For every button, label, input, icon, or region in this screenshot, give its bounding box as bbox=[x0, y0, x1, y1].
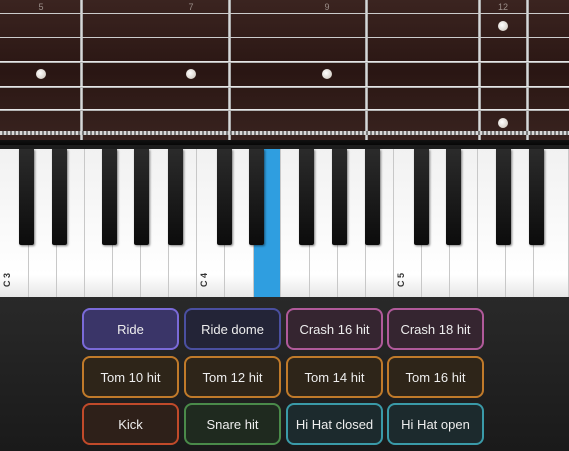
drum-pad-hihat-open[interactable]: Hi Hat open bbox=[387, 403, 484, 445]
piano-black-key[interactable] bbox=[217, 149, 232, 245]
pad-label: Crash 18 hit bbox=[400, 321, 471, 337]
fret-marker-inlay bbox=[36, 69, 46, 79]
piano-keyboard[interactable]: C 3 C 4 C 5 bbox=[0, 149, 569, 297]
fretboard-edge bbox=[0, 140, 569, 145]
drum-pad-tom-14[interactable]: Tom 14 hit bbox=[286, 356, 383, 398]
piano-black-key[interactable] bbox=[414, 149, 429, 245]
pad-label: Crash 16 hit bbox=[299, 321, 370, 337]
octave-label-c3: C 3 bbox=[2, 272, 12, 287]
pad-label: Tom 12 hit bbox=[202, 369, 263, 385]
fret-number-9: 9 bbox=[324, 2, 330, 12]
fret bbox=[365, 0, 368, 145]
piano-black-key[interactable] bbox=[299, 149, 314, 245]
pad-label: Tom 14 hit bbox=[304, 369, 365, 385]
pad-label: Ride dome bbox=[201, 321, 264, 337]
drum-pad-ride-dome[interactable]: Ride dome bbox=[184, 308, 281, 350]
drum-pad-crash-16[interactable]: Crash 16 hit bbox=[286, 308, 383, 350]
pad-label: Tom 16 hit bbox=[405, 369, 466, 385]
octave-label-c5: C 5 bbox=[396, 272, 406, 287]
piano-black-key[interactable] bbox=[102, 149, 117, 245]
octave-label-c4: C 4 bbox=[199, 272, 209, 287]
guitar-string-6[interactable] bbox=[0, 131, 569, 135]
guitar-string-3[interactable] bbox=[0, 61, 569, 63]
fret-marker-inlay bbox=[186, 69, 196, 79]
drum-pad-hihat-closed[interactable]: Hi Hat closed bbox=[286, 403, 383, 445]
guitar-string-5[interactable] bbox=[0, 109, 569, 111]
fret-number-5: 5 bbox=[38, 2, 44, 12]
piano-black-key[interactable] bbox=[134, 149, 149, 245]
fret-marker-inlay bbox=[322, 69, 332, 79]
piano-black-key[interactable] bbox=[19, 149, 34, 245]
fret-number-12: 12 bbox=[497, 2, 509, 12]
fret-marker-inlay bbox=[498, 21, 508, 31]
pad-label: Snare hit bbox=[206, 416, 259, 432]
fret bbox=[228, 0, 231, 145]
pad-label: Tom 10 hit bbox=[100, 369, 161, 385]
piano-black-key[interactable] bbox=[332, 149, 347, 245]
piano-black-key[interactable] bbox=[52, 149, 67, 245]
fret bbox=[526, 0, 529, 145]
piano-black-key[interactable] bbox=[529, 149, 544, 245]
drum-pad-crash-18[interactable]: Crash 18 hit bbox=[387, 308, 484, 350]
piano-black-key[interactable] bbox=[496, 149, 511, 245]
fret bbox=[478, 0, 481, 145]
drum-pad-tom-10[interactable]: Tom 10 hit bbox=[82, 356, 179, 398]
piano-black-key[interactable] bbox=[446, 149, 461, 245]
drum-pad-kick[interactable]: Kick bbox=[82, 403, 179, 445]
drum-pad-panel: Ride Ride dome Crash 16 hit Crash 18 hit… bbox=[0, 297, 569, 451]
drum-pad-ride[interactable]: Ride bbox=[82, 308, 179, 350]
fret bbox=[80, 0, 83, 145]
piano-black-key[interactable] bbox=[365, 149, 380, 245]
pad-label: Ride bbox=[117, 321, 144, 337]
guitar-string-2[interactable] bbox=[0, 37, 569, 38]
piano-black-key[interactable] bbox=[249, 149, 264, 245]
drum-pad-snare[interactable]: Snare hit bbox=[184, 403, 281, 445]
fret-marker-inlay bbox=[498, 118, 508, 128]
piano-black-key[interactable] bbox=[168, 149, 183, 245]
drum-pad-tom-16[interactable]: Tom 16 hit bbox=[387, 356, 484, 398]
fret-number-7: 7 bbox=[188, 2, 194, 12]
pad-label: Hi Hat closed bbox=[295, 416, 374, 432]
guitar-fretboard[interactable]: 5 7 9 12 bbox=[0, 0, 569, 145]
drum-pad-tom-12[interactable]: Tom 12 hit bbox=[184, 356, 281, 398]
pad-label: Hi Hat open bbox=[401, 416, 470, 432]
guitar-string-4[interactable] bbox=[0, 86, 569, 88]
guitar-string-1[interactable] bbox=[0, 13, 569, 14]
pad-label: Kick bbox=[118, 416, 143, 432]
